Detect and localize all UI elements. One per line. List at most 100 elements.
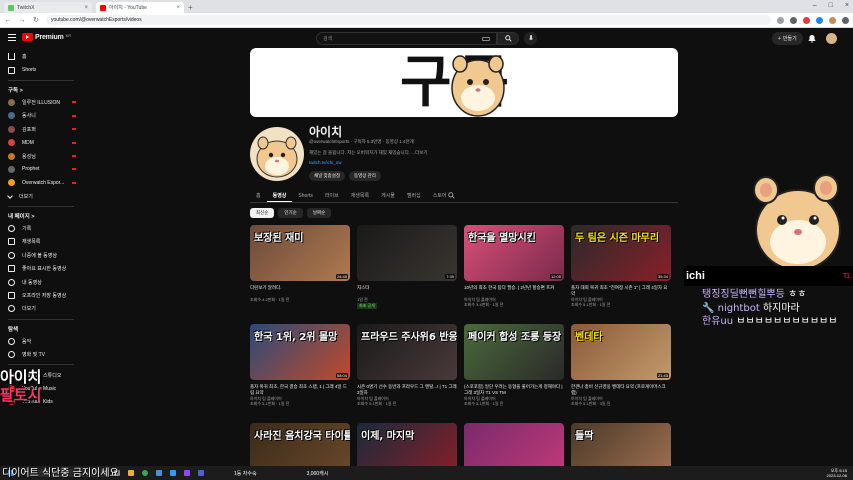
thumbnail-caption: 두 팀은 시즌 마무리 <box>575 233 660 244</box>
my-page-heading[interactable]: 내 페이지 > <box>0 210 82 222</box>
video-thumbnail[interactable]: 한국 1위, 2위 몰망 58:04 <box>250 324 350 380</box>
stream-caption: 디이어트 식단중 금지이세요 <box>2 468 119 479</box>
channel-avatar[interactable] <box>250 127 304 181</box>
taskbar-app-icon[interactable] <box>156 470 162 476</box>
sidebar-item-subscription[interactable]: 김포퍼 <box>0 123 82 136</box>
chat-username: 🔧 nightbot <box>702 302 760 314</box>
video-title[interactable]: 지스타 <box>357 285 457 291</box>
taskbar-clock[interactable]: 오후 5:15 2023-12-06 <box>827 468 847 478</box>
manage-videos-button[interactable]: 동영상 관리 <box>349 171 381 181</box>
channel-tab[interactable]: 게시물 <box>375 189 401 202</box>
channel-tab[interactable]: 멤버십 <box>401 189 427 202</box>
video-thumbnail[interactable]: 벤데타 21:43 <box>571 324 671 380</box>
channel-tab[interactable]: 동영상 <box>266 189 293 202</box>
close-tab-icon[interactable]: × <box>84 5 88 11</box>
sidebar-item-subscription[interactable]: 용성님 <box>0 149 82 162</box>
taskbar-app-icon[interactable] <box>198 470 204 476</box>
notifications-bell-icon[interactable] <box>808 34 816 43</box>
extension-icon[interactable] <box>777 16 784 24</box>
menu-dots-icon[interactable] <box>842 16 849 24</box>
taskbar-app-icon[interactable] <box>184 470 190 476</box>
sidebar-item-my-page[interactable]: 오프라인 저장 동영상 <box>0 289 82 302</box>
customize-channel-button[interactable]: 채널 맞춤설정 <box>309 171 346 181</box>
channel-tab[interactable]: 재생목록 <box>345 189 375 202</box>
sidebar-item-my-page[interactable]: 재생목록 <box>0 235 82 248</box>
sidebar-item-subscription[interactable]: 일루전 ILLUSION <box>0 96 82 109</box>
extension-icon[interactable] <box>816 16 823 24</box>
sidebar-item-my-page[interactable]: 나중에 볼 동영상 <box>0 249 82 262</box>
browser-tab-twitch[interactable]: TwitchX × <box>4 2 92 13</box>
hamburger-menu-icon[interactable] <box>8 34 16 42</box>
subscriptions-heading[interactable]: 구독 > <box>0 84 82 96</box>
account-avatar[interactable] <box>826 33 837 44</box>
browser-tab-youtube[interactable]: 아이치 - YouTube × <box>96 2 184 13</box>
watch-later-icon <box>8 251 15 259</box>
chat-text: 하지마라 <box>759 302 800 314</box>
video-title[interactable]: 플자 대회 복귀 최초 "전여정 시즌 1" | 그래 4일자 요약 <box>571 285 671 297</box>
minimize-icon[interactable]: – <box>813 2 817 9</box>
reload-icon[interactable]: ↻ <box>32 16 40 24</box>
channel-search-icon[interactable] <box>448 192 455 199</box>
voice-search-button[interactable] <box>524 32 537 45</box>
video-duration: 7:39 <box>445 274 455 279</box>
video-title[interactable]: 한견나 총비 신규영웅 벤데타 요약 (프로게이머스크랩) <box>571 384 671 396</box>
youtube-logo[interactable]: Premium KR <box>22 33 71 41</box>
sort-chip[interactable]: 최신순 <box>250 208 275 218</box>
sidebar-item-subscription[interactable]: MDM <box>0 136 82 149</box>
sidebar-item-shorts[interactable]: Shorts <box>0 63 82 76</box>
maximize-icon[interactable]: □ <box>829 2 833 9</box>
video-title[interactable]: 플자 복귀 최초, 한국 결승 최초 스탭, 1 | 그래 4일 드림 요약 <box>250 384 350 396</box>
channel-tab[interactable]: 홈 <box>250 189 267 202</box>
video-thumbnail[interactable]: 7:39 <box>357 225 457 281</box>
video-thumbnail[interactable]: 페이커 합성 조롱 등장 <box>464 324 564 380</box>
address-bar[interactable]: youtube.com/@overwatchEsports/videos <box>46 15 771 25</box>
close-tab-icon[interactable]: × <box>176 5 180 11</box>
create-button[interactable]: + 만들기 <box>772 32 803 45</box>
sidebar-item-my-page[interactable]: 좋아요 표시한 동영상 <box>0 262 82 275</box>
back-icon[interactable]: ← <box>4 17 12 24</box>
sidebar-item-my-page[interactable]: 내 동영상 <box>0 275 82 288</box>
sidebar-item-subscription[interactable]: Prophet <box>0 163 82 176</box>
taskbar-app-icon[interactable] <box>170 470 176 476</box>
search-input[interactable]: 검색 <box>316 32 497 45</box>
browser-toolbar: ← → ↻ youtube.com/@overwatchEsports/vide… <box>0 13 853 28</box>
taskbar-app-icon[interactable] <box>128 470 134 476</box>
video-title[interactable]: 다린보기 알려다. <box>250 285 350 291</box>
sidebar-item-explore[interactable]: 영화 및 TV <box>0 348 82 361</box>
sidebar-item-subscription[interactable]: 동사니 <box>0 109 82 122</box>
sort-chip[interactable]: 인기순 <box>278 208 303 218</box>
search-button[interactable] <box>497 32 519 45</box>
video-thumbnail[interactable]: 두 팀은 시즌 마무리 35:34 <box>571 225 671 281</box>
sidebar-item-home[interactable]: 홈 <box>0 50 82 63</box>
channel-tab[interactable]: 라이브 <box>319 189 345 202</box>
video-thumbnail[interactable]: 한국을 멸망시킨 12:05 <box>464 225 564 281</box>
video-title[interactable]: (스포포함) 일단 우려는 동형을 풀어가는게 정해야다 | 그래 3일차 T1… <box>464 384 564 396</box>
video-title[interactable]: 10년의 최초 한국 탐다 필승. | 2년년 할승편 프커 <box>464 285 564 291</box>
bookmark-star-icon[interactable] <box>790 16 797 24</box>
sidebar-item-label: 재생목록 <box>22 239 41 246</box>
sidebar-item-my-page[interactable]: 더보기 <box>0 302 82 315</box>
sidebar-item-label: 더보기 <box>19 193 33 200</box>
sidebar-item-subscription[interactable]: 더보기 <box>0 190 82 203</box>
sidebar-item-explore[interactable]: 음악 <box>0 335 82 348</box>
video-thumbnail[interactable]: 프라우드 주사위6 반응 <box>357 324 457 380</box>
channel-tab[interactable]: Shorts <box>292 189 318 202</box>
keyboard-icon[interactable] <box>482 36 490 41</box>
chrome-icon[interactable] <box>142 470 148 476</box>
hamster-overlay-icon <box>753 174 841 270</box>
video-thumbnail[interactable]: 보장된 재미 24:45 <box>250 225 350 281</box>
extension-icon[interactable] <box>803 16 810 24</box>
close-window-icon[interactable]: × <box>845 2 849 9</box>
new-tab-icon[interactable]: + <box>188 2 193 13</box>
sidebar-item-my-page[interactable]: 기록 <box>0 222 82 235</box>
thumbnail-caption: 벤데타 <box>575 332 603 343</box>
window-controls: – □ × <box>813 2 849 9</box>
chat-message: 🔧 nightbot 하지마라 <box>702 302 837 316</box>
forward-icon[interactable]: → <box>18 17 26 24</box>
sort-chip[interactable]: 날짜순 <box>306 208 332 218</box>
channel-description[interactable]: 재밌는 걸 올립니다. 저는 오버워치가 재밌 재밌습니다. ...더보기 <box>309 150 428 156</box>
sidebar-item-subscription[interactable]: Overwatch Espor... <box>0 176 82 189</box>
channel-link[interactable]: twitch.tv/ichi_ow <box>309 160 342 165</box>
profile-icon[interactable] <box>829 16 836 24</box>
video-title[interactable]: 시즌 0명기 선수 동반과 프라우드 그 멘탈...! | T1 그래 3일차 <box>357 384 457 396</box>
